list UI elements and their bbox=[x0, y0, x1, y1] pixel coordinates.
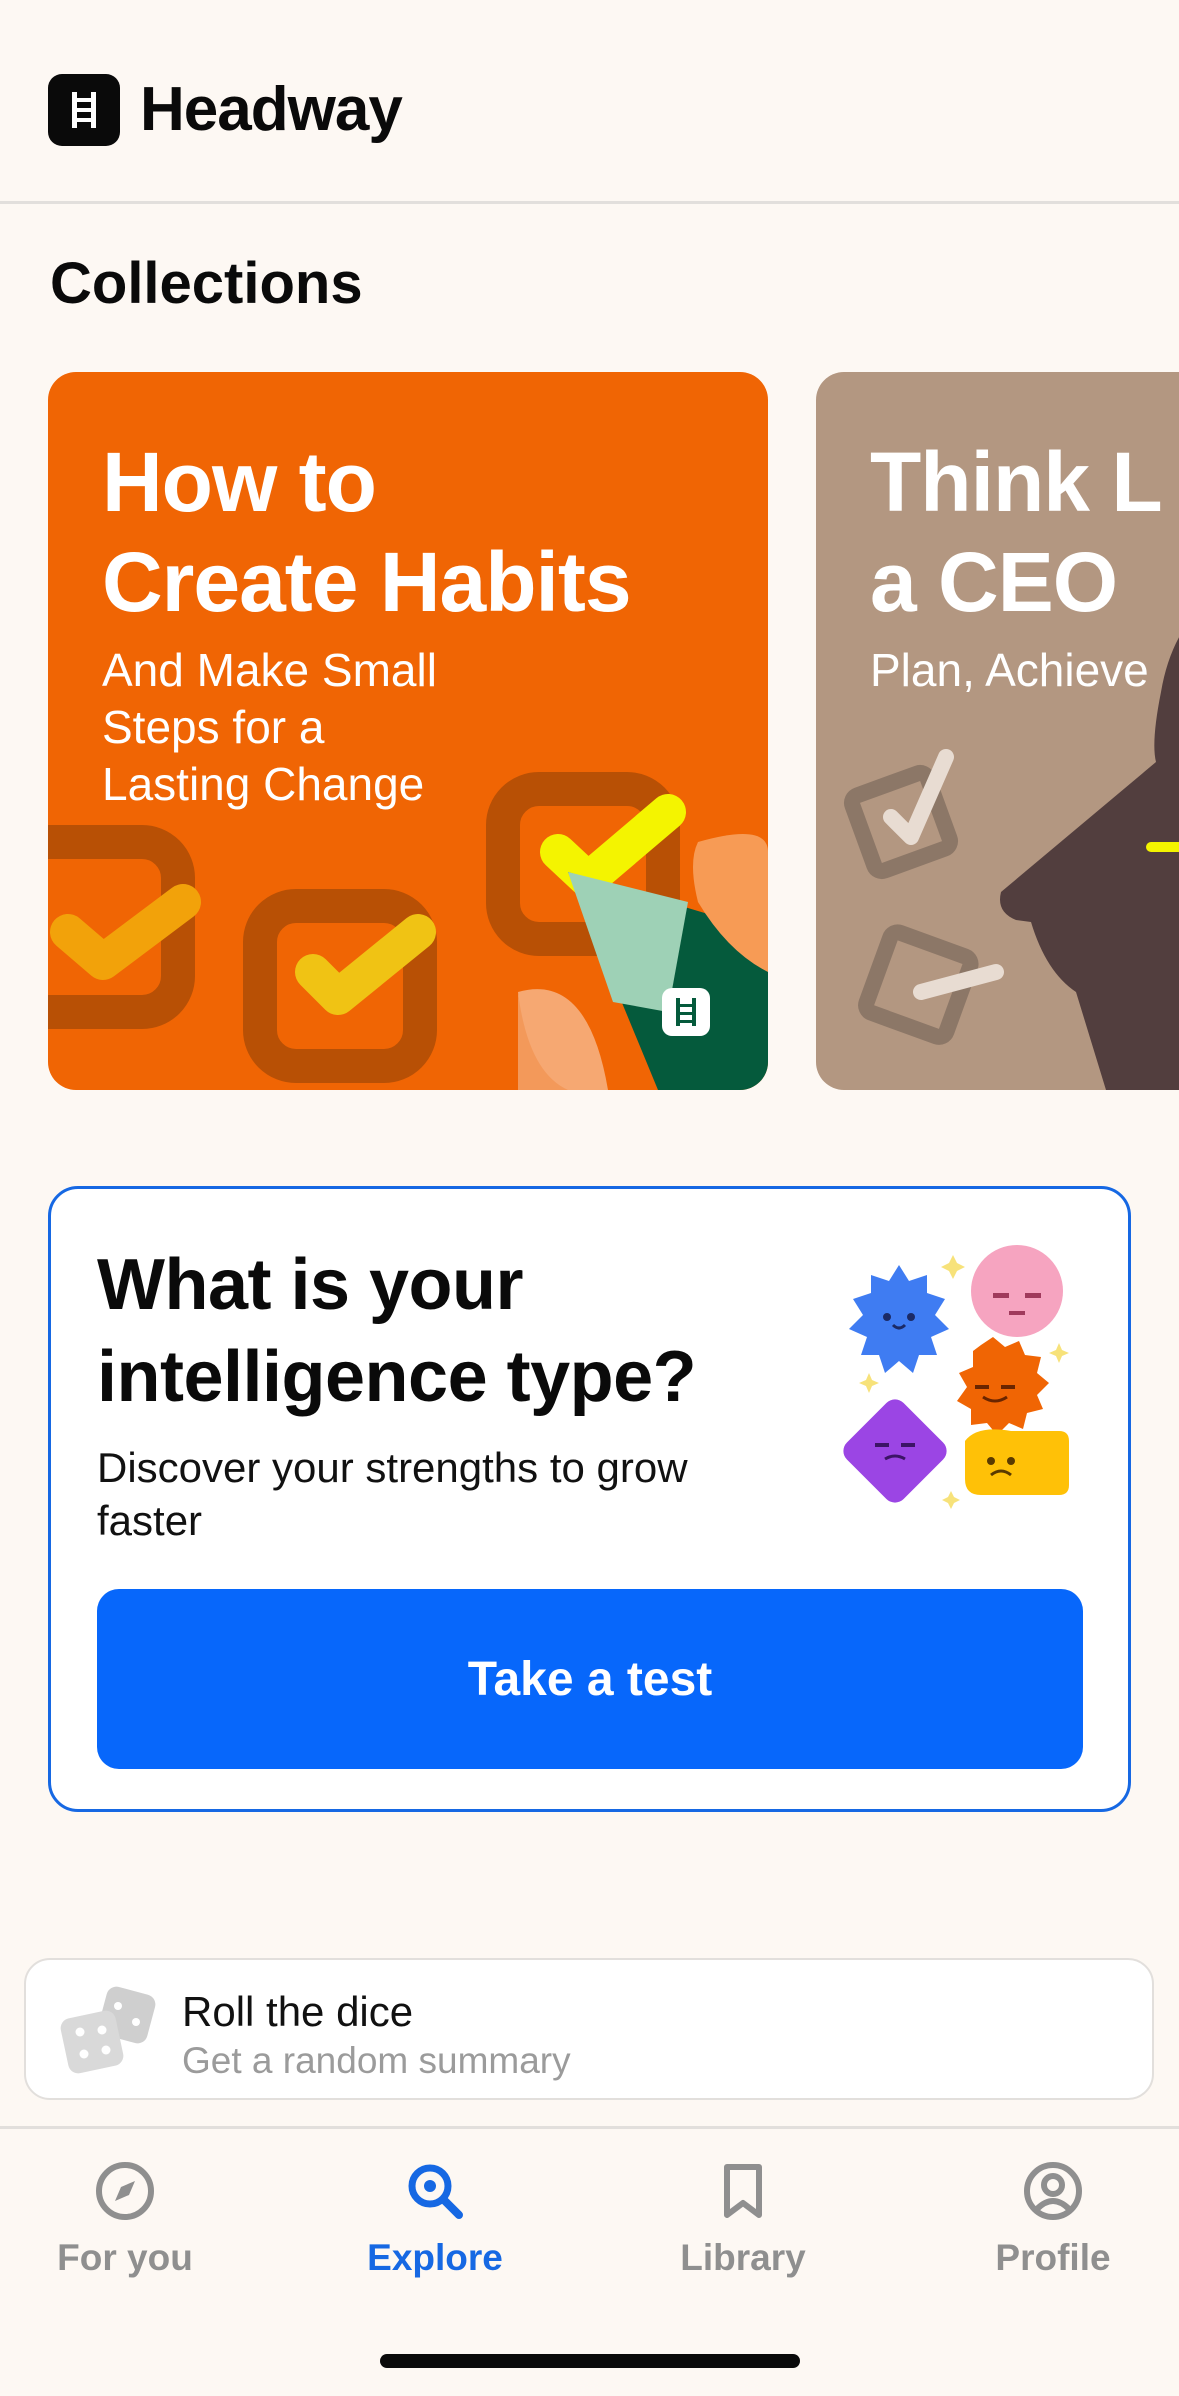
roll-dice-row[interactable]: Roll the dice Get a random summary bbox=[24, 1958, 1154, 2100]
app-name: Headway bbox=[140, 75, 403, 144]
quiz-subtitle: Discover your strengths to grow faster bbox=[97, 1444, 688, 1544]
intelligence-characters-illustration bbox=[843, 1245, 1069, 1509]
collections-carousel[interactable]: How to Create Habits And Make Small Step… bbox=[0, 372, 1179, 1092]
dice-title: Roll the dice bbox=[182, 1988, 414, 2035]
tab-for-you[interactable]: For you bbox=[0, 2159, 250, 2309]
tab-explore[interactable]: Explore bbox=[310, 2159, 560, 2309]
card-subtitle: And Make Small Steps for a Lasting Chang… bbox=[102, 644, 437, 810]
tab-label: Library bbox=[680, 2237, 806, 2278]
tab-library[interactable]: Library bbox=[618, 2159, 868, 2309]
headway-logo-icon bbox=[48, 74, 120, 146]
tab-label: For you bbox=[57, 2237, 193, 2278]
collection-card-ceo[interactable]: Think L a CEO Plan, Achieve bbox=[816, 372, 1179, 1090]
search-icon bbox=[408, 2164, 463, 2219]
home-indicator[interactable] bbox=[380, 2354, 800, 2368]
collections-title: Collections bbox=[50, 251, 363, 316]
card-subtitle: Plan, Achieve bbox=[870, 644, 1149, 696]
profile-icon bbox=[1024, 2162, 1082, 2220]
tab-profile[interactable]: Profile bbox=[928, 2159, 1178, 2309]
intelligence-quiz-card: What is your intelligence type? Discover… bbox=[48, 1186, 1131, 1812]
dice-subtitle: Get a random summary bbox=[182, 2040, 571, 2081]
compass-icon bbox=[96, 2162, 154, 2220]
card-title: Think L a CEO bbox=[870, 435, 1163, 629]
take-test-button[interactable]: Take a test bbox=[97, 1589, 1083, 1769]
collection-card-habits[interactable]: How to Create Habits And Make Small Step… bbox=[48, 372, 768, 1090]
bookmark-icon bbox=[724, 2164, 762, 2218]
tab-label: Explore bbox=[367, 2237, 503, 2278]
app-header: Headway bbox=[0, 0, 1179, 204]
card-title: How to Create Habits bbox=[102, 435, 632, 629]
tab-label: Profile bbox=[995, 2237, 1111, 2278]
quiz-title: What is your intelligence type? bbox=[97, 1245, 697, 1417]
dice-icon bbox=[60, 1986, 156, 2074]
